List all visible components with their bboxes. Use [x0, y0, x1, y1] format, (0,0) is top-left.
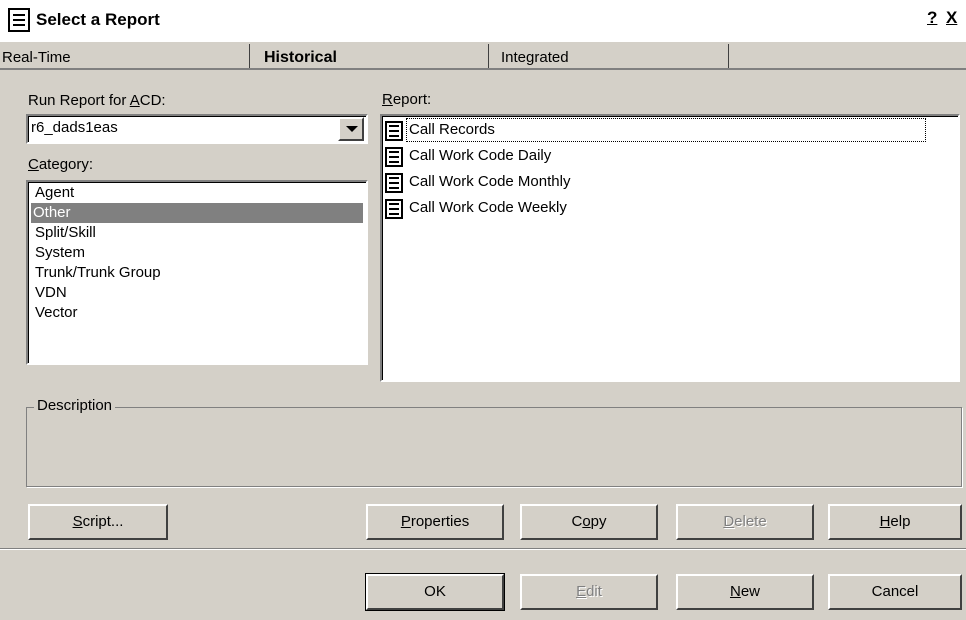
report-icon [385, 199, 403, 219]
list-item-selected[interactable]: Other [31, 203, 363, 223]
list-item[interactable]: VDN [33, 283, 363, 303]
separator [0, 548, 966, 550]
report-icon [385, 173, 403, 193]
list-item[interactable]: Call Records [385, 118, 945, 145]
report-icon [385, 147, 403, 167]
category-label: Category: [28, 156, 94, 173]
new-button[interactable]: New [676, 574, 814, 610]
tab-real-time[interactable]: Real-Time [2, 49, 71, 77]
acd-dropdown-button[interactable] [338, 117, 364, 141]
help-button[interactable]: Help [828, 504, 962, 540]
tab-divider [249, 44, 251, 68]
list-item[interactable]: Agent [33, 183, 363, 203]
edit-button[interactable]: Edit [520, 574, 658, 610]
context-help-button[interactable]: ? [927, 8, 937, 28]
script-button[interactable]: Script... [28, 504, 168, 540]
report-icon [8, 8, 30, 32]
tab-historical[interactable]: Historical [264, 49, 337, 77]
properties-button[interactable]: Properties [366, 504, 504, 540]
copy-button[interactable]: Copy [520, 504, 658, 540]
acd-label: Run Report for ACD: [28, 92, 166, 109]
report-item-label: Call Work Code Daily [409, 147, 552, 164]
report-item-label: Call Work Code Monthly [409, 173, 571, 190]
close-button[interactable]: X [946, 8, 957, 28]
acd-value: r6_dads1eas [31, 119, 118, 136]
tab-divider [728, 44, 730, 68]
list-item[interactable]: System [33, 243, 363, 263]
report-label: Report: [382, 91, 432, 108]
cancel-button[interactable]: Cancel [828, 574, 962, 610]
report-item-label: Call Work Code Weekly [409, 199, 567, 216]
list-item[interactable]: Call Work Code Monthly [385, 171, 945, 197]
report-icon [385, 121, 403, 141]
description-label: Description [34, 397, 116, 414]
report-item-label: Call Records [406, 118, 926, 142]
tab-strip [0, 44, 966, 70]
window-title: Select a Report [36, 10, 160, 29]
list-item[interactable]: Split/Skill [33, 223, 363, 243]
description-text [34, 424, 950, 480]
list-item[interactable]: Vector [33, 303, 363, 323]
ok-button[interactable]: OK [365, 573, 505, 611]
list-item[interactable]: Call Work Code Daily [385, 145, 945, 171]
tab-integrated[interactable]: Integrated [501, 49, 569, 77]
tab-divider [488, 44, 490, 68]
list-item[interactable]: Trunk/Trunk Group [33, 263, 363, 283]
chevron-down-icon [346, 126, 358, 132]
delete-button[interactable]: Delete [676, 504, 814, 540]
list-item[interactable]: Call Work Code Weekly [385, 197, 945, 223]
